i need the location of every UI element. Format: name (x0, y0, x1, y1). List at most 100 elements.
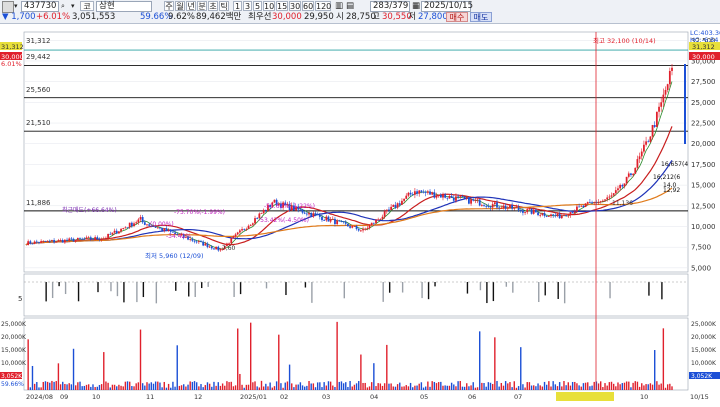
candle-body (582, 205, 585, 208)
candle-body (442, 194, 444, 198)
right-label-2: 16,212(6 (653, 174, 680, 181)
candle-body (405, 195, 408, 199)
sell-button[interactable]: 매도 (470, 12, 492, 22)
volume-bar (401, 386, 403, 390)
date-tick-label: 03 (322, 393, 330, 401)
candle-body (370, 222, 373, 226)
price-tick-label: 15,000 (691, 182, 716, 190)
volume-bar (280, 383, 282, 390)
volume-bar (141, 383, 144, 390)
candle-body (569, 212, 572, 216)
volume-bar (105, 381, 107, 390)
candle-body (608, 196, 611, 198)
volume-bar (481, 382, 483, 390)
volume-bar (582, 383, 585, 390)
candle-body (398, 203, 401, 205)
date-field[interactable]: 2025/10/15 (421, 1, 473, 12)
calendar-icon[interactable]: ▦ (412, 1, 420, 12)
volume-bar (509, 382, 511, 390)
volume-bar (470, 385, 472, 390)
interval-button-5[interactable]: 5 (253, 1, 262, 11)
date-tick-label: 10 (92, 393, 100, 401)
candle-body (238, 230, 241, 233)
volume-bar (632, 382, 634, 390)
interval-button-3[interactable]: 3 (243, 1, 252, 11)
period-button-week[interactable]: 주 (164, 1, 174, 11)
period-button-tick[interactable]: 틱 (219, 1, 229, 11)
volume-bar (288, 364, 291, 390)
stock-chart-svg[interactable]: 32,50030,00027,50025,00022,50020,00017,5… (0, 24, 720, 404)
volume-bar (107, 382, 109, 390)
volume-bar (517, 386, 520, 390)
volume-bar (489, 382, 492, 390)
volume-bar (62, 381, 64, 390)
range-bar (684, 64, 686, 144)
volume-bar (247, 384, 250, 390)
candle-body (658, 106, 660, 112)
candle-body (480, 205, 483, 206)
candle-body (59, 240, 62, 241)
volume-bar (191, 381, 194, 390)
volume-bar (636, 381, 639, 390)
volume-panel[interactable] (23, 317, 689, 391)
volume-bar (159, 382, 161, 390)
volume-bar (193, 381, 196, 390)
period-button-year[interactable]: 년 (186, 1, 196, 11)
volume-bar (135, 383, 137, 390)
volume-bar (429, 386, 431, 390)
candle-body (627, 173, 630, 177)
volume-bar (316, 382, 319, 390)
candle-body (355, 225, 358, 230)
interval-button-15[interactable]: 15 (276, 1, 288, 11)
indicator-bar (486, 282, 488, 304)
market-badge[interactable]: 코 (80, 1, 94, 11)
indicator-bar (45, 282, 47, 302)
candle-body (645, 141, 647, 145)
interval-button-120[interactable]: 120 (315, 1, 331, 11)
period-button-second[interactable]: 초 (208, 1, 218, 11)
period-button-minute[interactable]: 분 (197, 1, 207, 11)
indicator-bar (233, 282, 235, 297)
volume-bar (545, 384, 548, 390)
volume-bar (176, 345, 178, 390)
volume-bar (502, 385, 505, 390)
candle-body (133, 223, 135, 227)
candle-body (623, 183, 626, 187)
volume-bar (133, 386, 135, 390)
volume-bar (122, 386, 124, 390)
volume-bar (304, 386, 306, 390)
indicator-bar (207, 282, 209, 287)
date-tick-label: 12 (194, 393, 202, 401)
chevron-down-icon[interactable]: ▾ (71, 1, 79, 12)
candle-body (556, 213, 559, 217)
count-display[interactable]: 283/379 (370, 1, 410, 12)
interval-button-30[interactable]: 30 (289, 1, 301, 11)
dropdown-icon[interactable]: ▾ (14, 1, 18, 12)
period-button-month[interactable]: 월 (175, 1, 185, 11)
buy-button[interactable]: 매수 (446, 12, 468, 22)
volume-bar (174, 386, 176, 390)
volume-bar (275, 381, 278, 390)
date-tick-label: 2025/01 (240, 393, 267, 401)
candle-body (195, 241, 198, 243)
drawing-icon[interactable]: ▤ (346, 1, 354, 12)
stock-code-input[interactable]: 437730 (21, 1, 59, 12)
interval-button-10[interactable]: 10 (263, 1, 275, 11)
settings-icon[interactable]: ▥ (335, 1, 343, 12)
volume-bar (226, 381, 228, 390)
search-icon[interactable]: ⌕ (61, 1, 69, 12)
candle-body (573, 211, 576, 214)
toolbar-row-1: ▾ 437730 ⌕ ▾ 코 삼현 주 월 년 분 초 틱 1 3 5 10 1… (0, 1, 720, 13)
volume-bar (554, 384, 557, 390)
candle-body (630, 173, 632, 176)
indicator-bar (609, 282, 611, 299)
volume-bar (146, 382, 148, 390)
interval-button-1[interactable]: 1 (233, 1, 242, 11)
stock-name-field[interactable]: 삼현 (96, 1, 152, 12)
candle-body (359, 230, 362, 232)
chart-area[interactable]: 32,500 30,000 27,500 25,000 22,500 20,000 17,5… (0, 24, 720, 404)
candle-body (260, 213, 263, 214)
volume-bar (237, 328, 239, 390)
volume-bar (144, 385, 146, 390)
interval-button-60[interactable]: 60 (302, 1, 314, 11)
